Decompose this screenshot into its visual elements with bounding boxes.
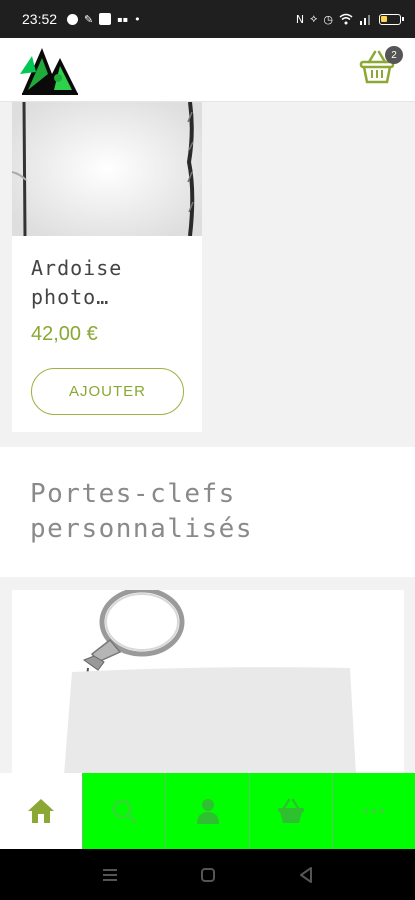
cart-count-badge: 2 xyxy=(385,46,403,64)
user-icon xyxy=(196,799,219,824)
status-bar: 23:52 ✎ ▪▪ • N ⟡ ◷ xyxy=(0,0,415,38)
alarm-icon: ◷ xyxy=(323,12,333,26)
home-icon xyxy=(28,799,55,823)
nav-account[interactable] xyxy=(165,773,249,849)
category-title-line1: Portes-clefs xyxy=(30,479,236,509)
add-to-cart-button[interactable]: AJOUTER xyxy=(31,368,184,415)
status-left: 23:52 ✎ ▪▪ • xyxy=(22,11,141,27)
status-right: N ⟡ ◷ xyxy=(295,12,404,26)
product-image[interactable] xyxy=(12,102,202,236)
mail-icon xyxy=(99,13,112,25)
category-section: Portes-clefs personnalisés xyxy=(0,447,415,577)
status-time: 23:52 xyxy=(22,11,58,27)
nav-home[interactable] xyxy=(0,773,83,849)
system-nav-bar xyxy=(0,849,415,900)
uk-flag-icon: ▪▪ xyxy=(117,14,129,24)
nav-search[interactable] xyxy=(82,773,166,849)
category-title: Portes-clefs personnalisés xyxy=(30,477,400,547)
nfc-icon: N xyxy=(295,12,305,26)
vibrate-icon: ⟡ xyxy=(310,12,318,25)
basket-icon xyxy=(277,798,304,823)
product-name-line1: Ardoise xyxy=(31,256,123,280)
app-screen: 23:52 ✎ ▪▪ • N ⟡ ◷ 2 Ardoise photo… 42,0… xyxy=(0,0,415,900)
category-title-line2: personnalisés xyxy=(30,514,253,544)
signal-icon xyxy=(360,15,370,25)
recents-icon[interactable] xyxy=(101,866,119,884)
bottom-nav xyxy=(0,773,415,849)
product-name[interactable]: Ardoise photo… xyxy=(31,254,196,312)
brand-logo[interactable] xyxy=(18,44,82,96)
nav-cart[interactable] xyxy=(248,773,332,849)
app-header: 2 xyxy=(0,38,415,102)
product-card[interactable]: Ardoise photo… 42,00 € AJOUTER xyxy=(12,102,202,432)
messenger-icon xyxy=(67,13,79,25)
nav-more[interactable] xyxy=(331,773,415,849)
wifi-icon xyxy=(339,13,353,25)
keychain-image xyxy=(12,590,404,775)
more-icon xyxy=(363,808,385,814)
header-cart-button[interactable]: 2 xyxy=(359,46,403,92)
keychain-product-card[interactable] xyxy=(12,590,404,775)
battery-icon xyxy=(379,13,404,25)
home-system-icon[interactable] xyxy=(199,866,217,884)
back-icon[interactable] xyxy=(297,866,315,884)
product-name-line2: photo… xyxy=(31,285,110,309)
product-price: 42,00 € xyxy=(31,323,98,345)
dot-icon: • xyxy=(134,12,141,26)
slate-photo-image xyxy=(12,102,202,236)
tool-icon: ✎ xyxy=(84,12,94,26)
search-icon xyxy=(112,799,137,824)
